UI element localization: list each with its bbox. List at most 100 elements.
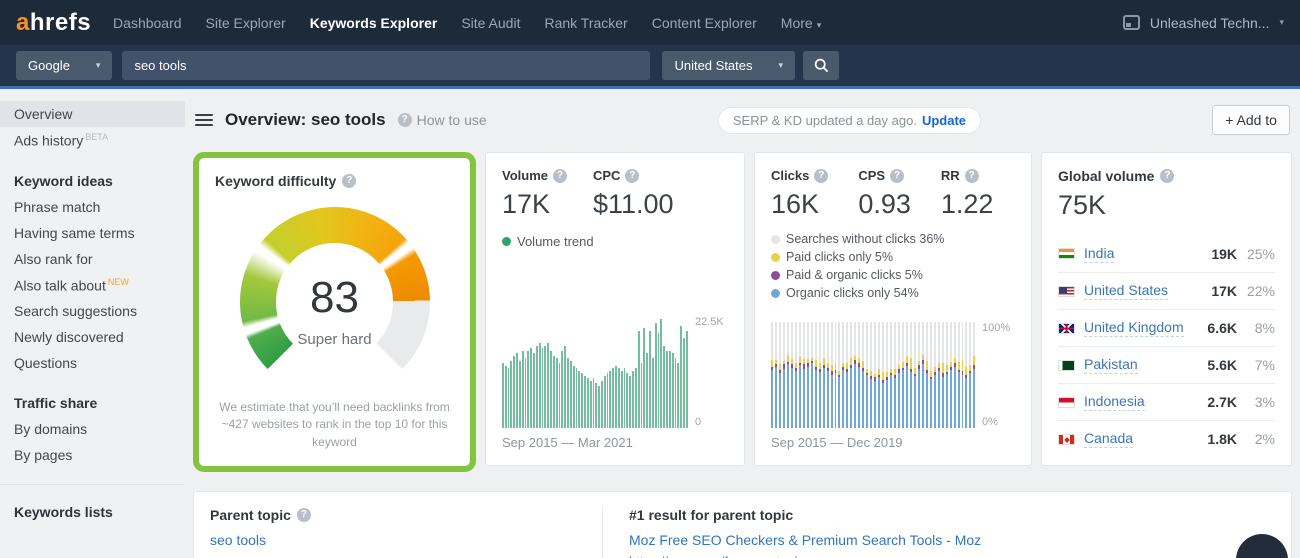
- top-result-title-link[interactable]: Moz Free SEO Checkers & Premium Search T…: [629, 532, 981, 548]
- country-link[interactable]: Indonesia: [1084, 393, 1145, 411]
- volume-trend-legend: Volume trend: [502, 234, 728, 249]
- flag-united-kingdom-icon: [1058, 323, 1075, 334]
- sidebar-item-also-talk-about[interactable]: Also talk aboutNEW: [0, 272, 185, 299]
- nav-rank-tracker[interactable]: Rank Tracker: [544, 15, 627, 31]
- sidebar-item-also-rank-for[interactable]: Also rank for: [0, 246, 185, 272]
- country-link[interactable]: Canada: [1084, 430, 1133, 448]
- page-content: Overview Ads historyBETA Keyword ideas P…: [0, 89, 1300, 558]
- sidebar-item-newly-discovered[interactable]: Newly discovered: [0, 324, 185, 350]
- country-group: United States ▾: [662, 51, 839, 80]
- nav-keywords-explorer[interactable]: Keywords Explorer: [310, 15, 438, 31]
- help-icon[interactable]: ?: [297, 508, 311, 522]
- nav-items: Dashboard Site Explorer Keywords Explore…: [113, 15, 1123, 31]
- account-menu[interactable]: Unleashed Techn... ▾: [1123, 15, 1284, 31]
- update-link[interactable]: Update: [922, 113, 966, 128]
- search-engine-select[interactable]: Google ▾: [16, 51, 112, 80]
- cps-value: 0.93: [858, 189, 911, 220]
- chevron-down-icon: ▾: [779, 60, 784, 71]
- beta-badge: BETA: [85, 132, 108, 142]
- legend-dot-blue-icon: [771, 289, 780, 298]
- flag-indonesia-icon: [1058, 397, 1075, 408]
- y-max-label: 22.5K: [695, 316, 728, 328]
- workspace-icon: [1123, 15, 1140, 30]
- metric-rr: RR? 1.22: [941, 168, 994, 220]
- legend-dot-gray-icon: [771, 235, 780, 244]
- highlight-box: Keyword difficulty ? 83 Super hard We es…: [193, 152, 476, 472]
- nav-dashboard[interactable]: Dashboard: [113, 15, 182, 31]
- new-badge: NEW: [108, 277, 129, 287]
- help-icon[interactable]: ?: [814, 169, 828, 183]
- y-min-label: 0%: [982, 416, 1015, 428]
- y-min-label: 0: [695, 416, 728, 428]
- search-button[interactable]: [803, 51, 839, 80]
- country-row-united-states: United States 17K 22%: [1058, 272, 1275, 309]
- account-name: Unleashed Techn...: [1150, 15, 1270, 31]
- logo-rest: hrefs: [30, 9, 91, 36]
- sidebar-item-ads-history[interactable]: Ads historyBETA: [0, 127, 185, 154]
- search-bar: Google ▾ United States ▾: [0, 45, 1300, 89]
- country-link[interactable]: United States: [1084, 282, 1168, 300]
- sidebar-item-phrase-match[interactable]: Phrase match: [0, 194, 185, 220]
- help-icon[interactable]: ?: [890, 169, 904, 183]
- cpc-value: $11.00: [593, 189, 674, 220]
- sidebar-header-keyword-ideas: Keyword ideas: [0, 168, 185, 194]
- add-to-button[interactable]: + Add to: [1212, 105, 1290, 135]
- parent-topic-link[interactable]: seo tools: [210, 532, 266, 548]
- volume-trend-chart: 22.5K 0: [502, 316, 728, 428]
- country-link[interactable]: Pakistan: [1084, 356, 1138, 374]
- legend-dot-purple-icon: [771, 271, 780, 280]
- volume-card: Volume? 17K CPC? $11.00 Volume trend 22.: [485, 152, 745, 466]
- nav-more[interactable]: More▾: [781, 15, 821, 31]
- nav-site-audit[interactable]: Site Audit: [461, 15, 520, 31]
- main-area: Overview: seo tools ? How to use SERP & …: [185, 89, 1300, 558]
- top-result-url-link[interactable]: https://moz.com/free-seo-tools ▾: [629, 554, 1275, 558]
- serp-update-pill: SERP & KD updated a day ago. Update: [718, 107, 981, 134]
- volume-value: 17K: [502, 189, 567, 220]
- sidebar-item-questions[interactable]: Questions: [0, 350, 185, 376]
- help-icon[interactable]: ?: [1160, 169, 1174, 183]
- keyword-difficulty-card: Keyword difficulty ? 83 Super hard We es…: [199, 158, 470, 466]
- clicks-date-range: Sep 2015 — Dec 2019: [771, 435, 1015, 450]
- parent-topic-section: Parent topic ? seo tools: [210, 507, 602, 558]
- global-volume-title: Global volume ?: [1058, 168, 1275, 184]
- help-icon: ?: [398, 113, 412, 127]
- nav-content-explorer[interactable]: Content Explorer: [652, 15, 757, 31]
- ahrefs-logo[interactable]: ahrefs: [16, 9, 91, 37]
- legend-paid-clicks-only: Paid clicks only 5%: [771, 250, 1015, 264]
- country-link[interactable]: India: [1084, 245, 1114, 263]
- country-select[interactable]: United States ▾: [662, 51, 795, 80]
- chevron-down-icon: ▾: [96, 60, 101, 71]
- nav-site-explorer[interactable]: Site Explorer: [206, 15, 286, 31]
- logo-letter-a: a: [16, 9, 30, 36]
- clicks-value: 16K: [771, 189, 828, 220]
- clicks-legend: Searches without clicks 36% Paid clicks …: [771, 232, 1015, 300]
- country-row-pakistan: Pakistan 5.6K 7%: [1058, 346, 1275, 383]
- global-volume-value: 75K: [1058, 190, 1275, 221]
- help-icon[interactable]: ?: [965, 169, 979, 183]
- menu-icon[interactable]: [195, 114, 213, 126]
- how-to-use-link[interactable]: ? How to use: [398, 112, 487, 128]
- global-volume-card: Global volume ? 75K India 19K 25% United…: [1041, 152, 1292, 466]
- overview-header: Overview: seo tools ? How to use SERP & …: [193, 89, 1292, 152]
- flag-canada-icon: [1058, 434, 1075, 445]
- keyword-input[interactable]: [122, 51, 650, 80]
- sidebar-item-by-domains[interactable]: By domains: [0, 416, 185, 442]
- sidebar-header-traffic-share: Traffic share: [0, 390, 185, 416]
- help-icon[interactable]: ?: [625, 169, 639, 183]
- sidebar-item-search-suggestions[interactable]: Search suggestions: [0, 298, 185, 324]
- metric-cards-row: Keyword difficulty ? 83 Super hard We es…: [193, 152, 1292, 472]
- legend-searches-without-clicks: Searches without clicks 36%: [771, 232, 1015, 246]
- top-navigation: ahrefs Dashboard Site Explorer Keywords …: [0, 0, 1300, 45]
- sidebar-item-having-same-terms[interactable]: Having same terms: [0, 220, 185, 246]
- help-icon[interactable]: ?: [553, 169, 567, 183]
- trend-dot-icon: [502, 237, 511, 246]
- kd-note: We estimate that you’ll need backlinks f…: [215, 399, 454, 451]
- kd-card-title: Keyword difficulty ?: [215, 173, 454, 189]
- legend-paid-and-organic: Paid & organic clicks 5%: [771, 268, 1015, 282]
- help-icon[interactable]: ?: [342, 174, 356, 188]
- sidebar-divider: [0, 484, 185, 485]
- sidebar-item-overview[interactable]: Overview: [0, 101, 185, 127]
- sidebar-item-by-pages[interactable]: By pages: [0, 442, 185, 468]
- country-link[interactable]: United Kingdom: [1084, 319, 1184, 337]
- top-result-section: #1 result for parent topic Moz Free SEO …: [602, 507, 1275, 558]
